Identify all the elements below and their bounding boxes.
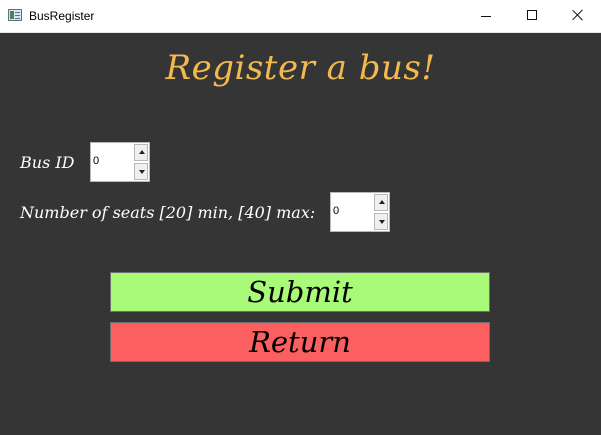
return-button[interactable]: Return (110, 322, 490, 362)
close-icon (572, 9, 584, 21)
seats-spinbox[interactable]: 0 (330, 192, 390, 232)
minimize-button[interactable] (463, 0, 509, 32)
seats-increment-button[interactable] (374, 194, 388, 211)
bus-id-increment-button[interactable] (134, 144, 148, 161)
chevron-down-icon (139, 170, 145, 174)
close-button[interactable] (555, 0, 601, 32)
bus-id-spinbox[interactable]: 0 (90, 142, 150, 182)
bus-id-decrement-button[interactable] (134, 163, 148, 180)
title-bar[interactable]: BusRegister (0, 0, 601, 33)
seats-decrement-button[interactable] (374, 213, 388, 230)
minimize-icon (481, 16, 491, 17)
seats-label: Number of seats [20] min, [40] max: (20, 203, 316, 222)
maximize-button[interactable] (509, 0, 555, 32)
chevron-up-icon (139, 150, 145, 154)
seats-value[interactable]: 0 (333, 205, 339, 218)
bus-id-value[interactable]: 0 (93, 155, 99, 168)
chevron-down-icon (379, 220, 385, 224)
chevron-up-icon (379, 200, 385, 204)
maximize-icon (527, 10, 537, 20)
page-title: Register a bus! (165, 48, 436, 88)
bus-register-window: BusRegister Register a bus! Bus ID 0 Num… (0, 0, 601, 435)
submit-button[interactable]: Submit (110, 272, 490, 312)
window-title: BusRegister (29, 9, 95, 23)
bus-id-label: Bus ID (20, 153, 75, 172)
app-window-icon (8, 9, 22, 21)
